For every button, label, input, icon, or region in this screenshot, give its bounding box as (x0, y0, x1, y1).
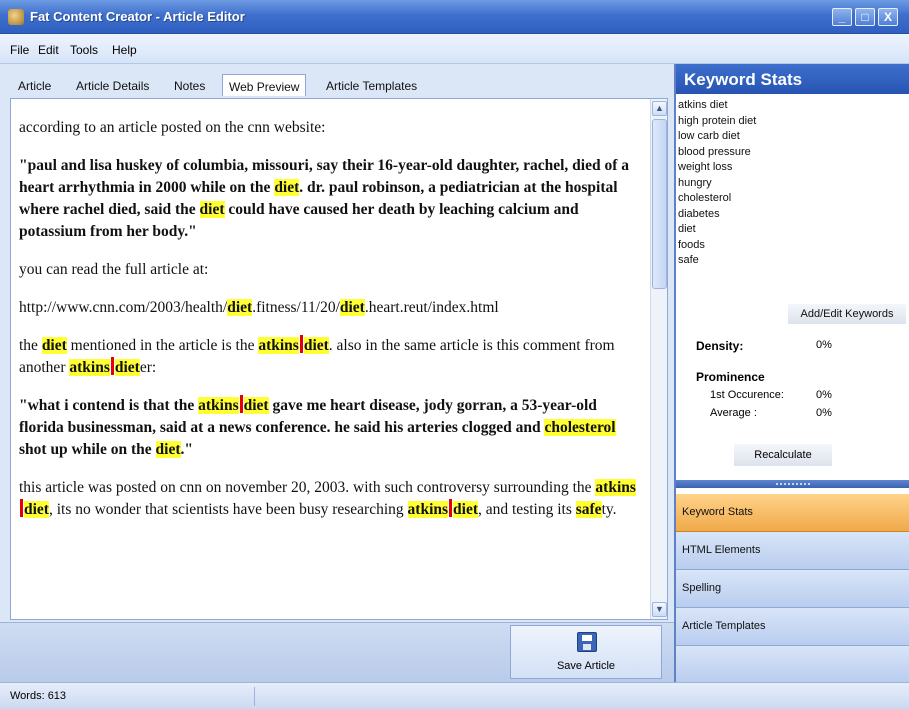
keyword-highlight: safe (575, 501, 602, 518)
vertical-scrollbar[interactable]: ▲ ▼ (650, 99, 667, 619)
keyword-stats-panel: Keyword Stats atkins diet high protein d… (674, 64, 909, 682)
save-article-button[interactable]: Save Article (510, 625, 662, 679)
keyword-highlight: atkins (198, 397, 239, 414)
panel-splitter[interactable] (676, 480, 909, 488)
grip-icon (776, 483, 810, 485)
first-occurrence-value: 0% (816, 389, 832, 401)
keyword-highlight: atkins (407, 501, 449, 518)
keyword-item[interactable]: blood pressure (678, 145, 906, 161)
recalculate-button[interactable]: Recalculate (734, 444, 832, 466)
menu-file[interactable]: File (10, 43, 29, 57)
first-occurrence-label: 1st Occurence: (710, 389, 784, 401)
keyword-marker (110, 357, 114, 375)
paragraph: http://www.cnn.com/2003/health/diet.fitn… (19, 299, 499, 316)
keyword-highlight: diet (24, 501, 49, 518)
nav-spelling[interactable]: Spelling (676, 570, 909, 608)
nav-footer (676, 646, 909, 682)
tab-strip: Article Article Details Notes Web Previe… (8, 70, 668, 98)
average-value: 0% (816, 407, 832, 419)
tab-article-details[interactable]: Article Details (70, 74, 155, 96)
density-value: 0% (816, 339, 832, 351)
nav-article-templates[interactable]: Article Templates (676, 608, 909, 646)
keyword-item[interactable]: safe (678, 253, 906, 269)
nav-keyword-stats[interactable]: Keyword Stats (676, 494, 909, 532)
keyword-highlight: cholesterol (544, 419, 616, 436)
prominence-label: Prominence (696, 370, 765, 384)
tab-notes[interactable]: Notes (168, 74, 211, 96)
scroll-down-icon[interactable]: ▼ (652, 602, 667, 617)
keyword-highlight: diet (41, 337, 67, 354)
tab-article-templates[interactable]: Article Templates (320, 74, 423, 96)
paragraph: "what i contend is that the atkins diet g… (19, 395, 616, 458)
keyword-marker (239, 395, 243, 413)
menu-tools[interactable]: Tools (70, 43, 98, 57)
window-title: Fat Content Creator - Article Editor (30, 9, 245, 24)
minimize-button[interactable]: _ (832, 8, 852, 26)
keyword-item[interactable]: atkins diet (678, 98, 906, 114)
keyword-highlight: diet (453, 501, 478, 518)
scroll-up-icon[interactable]: ▲ (652, 101, 667, 116)
editor-area: Article Article Details Notes Web Previe… (0, 64, 674, 682)
app-icon (8, 9, 24, 25)
web-preview-pane[interactable]: according to an article posted on the cn… (10, 98, 668, 620)
status-bar: Words: 613 (0, 682, 909, 709)
keyword-highlight: atkins (69, 359, 110, 376)
add-edit-keywords-button[interactable]: Add/Edit Keywords (788, 304, 906, 324)
scroll-thumb[interactable] (652, 119, 667, 289)
keyword-highlight: atkins (258, 337, 299, 354)
maximize-button[interactable]: □ (855, 8, 875, 26)
keyword-item[interactable]: foods (678, 238, 906, 254)
keyword-marker (449, 499, 453, 517)
keyword-item[interactable]: diabetes (678, 207, 906, 223)
word-count: Words: 613 (10, 690, 67, 702)
keyword-marker (299, 335, 303, 353)
paragraph: "paul and lisa huskey of columbia, misso… (19, 157, 630, 240)
keyword-highlight: diet (303, 337, 329, 354)
paragraph: this article was posted on cnn on novemb… (19, 479, 636, 518)
paragraph: according to an article posted on the cn… (19, 119, 326, 136)
keyword-item[interactable]: low carb diet (678, 129, 906, 145)
status-divider (254, 687, 255, 706)
paragraph: you can read the full article at: (19, 261, 209, 278)
keyword-item[interactable]: weight loss (678, 160, 906, 176)
keyword-highlight: diet (243, 397, 269, 414)
keyword-item[interactable]: high protein diet (678, 114, 906, 130)
menu-bar: File Edit Tools Help (0, 34, 909, 64)
keyword-highlight: atkins (595, 479, 636, 496)
keyword-highlight: diet (199, 201, 225, 218)
keyword-marker (20, 499, 23, 517)
keyword-highlight: diet (274, 179, 300, 196)
floppy-disk-icon (577, 632, 597, 652)
close-button[interactable]: X (878, 8, 898, 26)
keyword-highlight: diet (155, 441, 181, 458)
nav-html-elements[interactable]: HTML Elements (676, 532, 909, 570)
keyword-item[interactable]: hungry (678, 176, 906, 192)
keyword-highlight: diet (227, 299, 253, 316)
keyword-highlight: diet (114, 359, 140, 376)
menu-help[interactable]: Help (112, 43, 137, 57)
keyword-item[interactable]: cholesterol (678, 191, 906, 207)
average-label: Average : (710, 407, 757, 419)
menu-edit[interactable]: Edit (38, 43, 59, 57)
panel-title: Keyword Stats (676, 64, 909, 94)
tab-web-preview[interactable]: Web Preview (222, 74, 307, 96)
editor-toolbar: Save Article (0, 622, 674, 682)
density-label: Density: (696, 339, 744, 353)
keyword-highlight: diet (339, 299, 365, 316)
article-preview: according to an article posted on the cn… (19, 117, 639, 537)
title-bar: Fat Content Creator - Article Editor _ □… (0, 0, 909, 34)
paragraph: the diet mentioned in the article is the… (19, 335, 615, 376)
tab-article[interactable]: Article (12, 74, 57, 96)
keyword-item[interactable]: diet (678, 222, 906, 238)
keyword-list[interactable]: atkins diet high protein diet low carb d… (678, 98, 906, 269)
save-article-label: Save Article (556, 660, 616, 672)
